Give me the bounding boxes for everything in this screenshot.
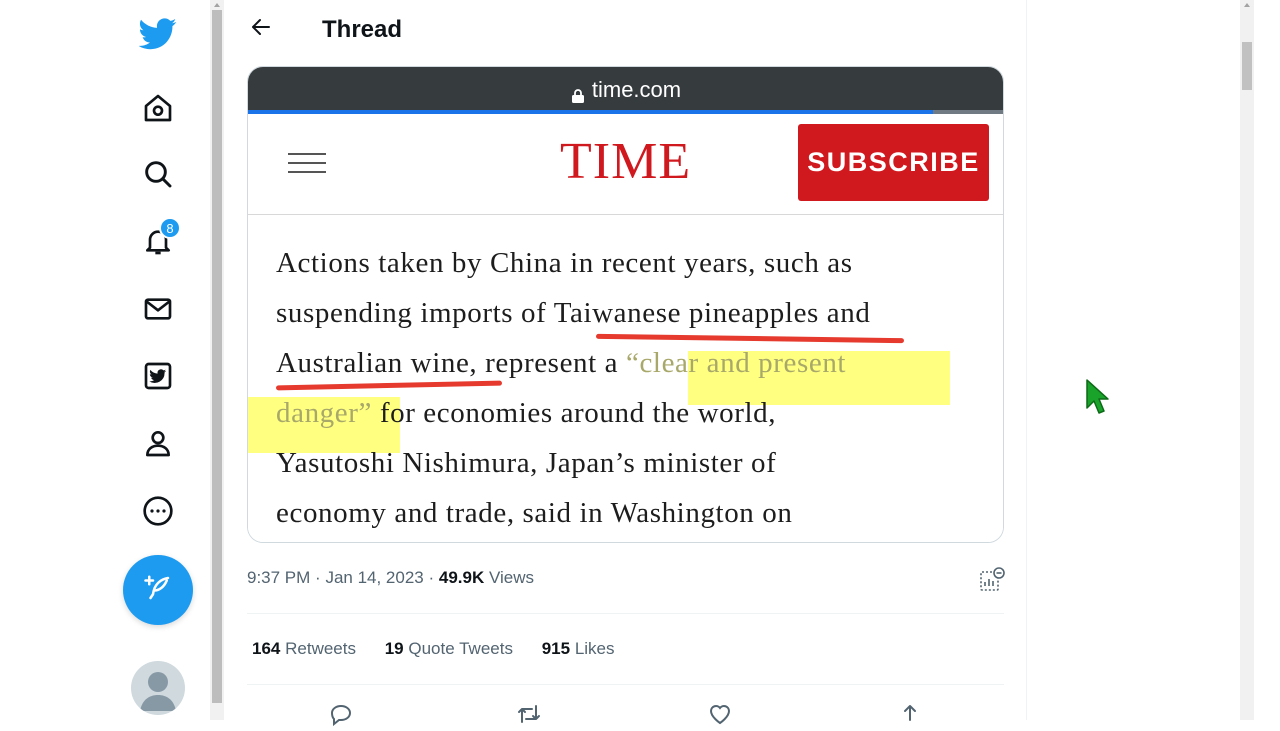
- red-underline: [595, 333, 905, 344]
- highlighted-text: “clear and present: [625, 347, 847, 379]
- like-icon[interactable]: [706, 702, 734, 726]
- browser-url-bar: time.com: [248, 67, 1003, 113]
- thread-header: Thread: [224, 0, 1026, 62]
- left-nav: 8: [0, 0, 210, 720]
- twitter-blue-icon[interactable]: [138, 356, 178, 396]
- article-line: Yasutoshi Nishimura, Japan’s minister of: [276, 447, 777, 479]
- search-icon[interactable]: [138, 154, 178, 194]
- article-line: Australian wine, represent a “clear and …: [276, 347, 847, 379]
- url-text: time.com: [591, 77, 682, 102]
- twitter-bird-icon[interactable]: [138, 14, 178, 54]
- article-line: economy and trade, said in Washington on: [276, 497, 793, 529]
- tweet-time[interactable]: 9:37 PM: [247, 568, 310, 587]
- back-arrow-icon: [249, 15, 273, 44]
- left-scrollbar-thumb[interactable]: [212, 10, 222, 703]
- article-excerpt: Actions taken by China in recent years, …: [248, 215, 1003, 542]
- home-icon[interactable]: [138, 88, 178, 128]
- mail-icon[interactable]: [138, 289, 178, 329]
- notification-badge: 8: [159, 217, 181, 239]
- right-scrollbar[interactable]: [1240, 0, 1254, 720]
- hamburger-menu-icon: [288, 153, 326, 175]
- tweet-date[interactable]: Jan 14, 2023: [325, 568, 423, 587]
- profile-icon[interactable]: [138, 423, 178, 463]
- time-header: TIME SUBSCRIBE: [248, 114, 1003, 215]
- engagement-stats: 164 Retweets 19 Quote Tweets 915 Likes: [252, 639, 639, 659]
- lock-icon: [571, 83, 584, 103]
- views-label: Views: [488, 568, 535, 587]
- tweet-media-image[interactable]: time.com TIME SUBSCRIBE Actions taken by…: [247, 66, 1004, 543]
- retweets-stat[interactable]: 164 Retweets: [252, 639, 356, 658]
- page-title: Thread: [322, 16, 403, 43]
- more-icon[interactable]: [138, 491, 178, 531]
- quote-tweets-stat[interactable]: 19 Quote Tweets: [385, 639, 513, 658]
- avatar[interactable]: [131, 661, 185, 715]
- mouse-cursor-icon: [1085, 378, 1111, 416]
- highlighted-text: danger”: [276, 397, 372, 429]
- subscribe-button: SUBSCRIBE: [798, 124, 989, 201]
- reply-icon[interactable]: [327, 702, 355, 727]
- time-logo: TIME: [560, 133, 692, 190]
- red-underline: [275, 380, 503, 391]
- right-scrollbar-thumb[interactable]: [1242, 42, 1252, 90]
- article-line: Actions taken by China in recent years, …: [276, 247, 853, 279]
- divider: [247, 684, 1004, 685]
- column-divider: [1026, 0, 1027, 720]
- left-scrollbar[interactable]: [210, 0, 224, 720]
- retweet-icon[interactable]: [515, 702, 543, 726]
- article-line: danger” for economies around the world,: [276, 397, 777, 429]
- views-count: 49.9K: [438, 568, 485, 587]
- article-line: suspending imports of Taiwanese pineappl…: [276, 297, 871, 329]
- compose-tweet-button[interactable]: [123, 555, 193, 625]
- likes-stat[interactable]: 915 Likes: [542, 639, 615, 658]
- tweet-timestamp: 9:37 PM · Jan 14, 2023 · 49.9K Views: [247, 568, 535, 587]
- back-button[interactable]: [244, 12, 278, 46]
- compose-icon: [143, 573, 173, 608]
- share-icon[interactable]: [896, 702, 924, 726]
- divider: [247, 613, 1004, 614]
- analytics-icon[interactable]: [978, 566, 1006, 594]
